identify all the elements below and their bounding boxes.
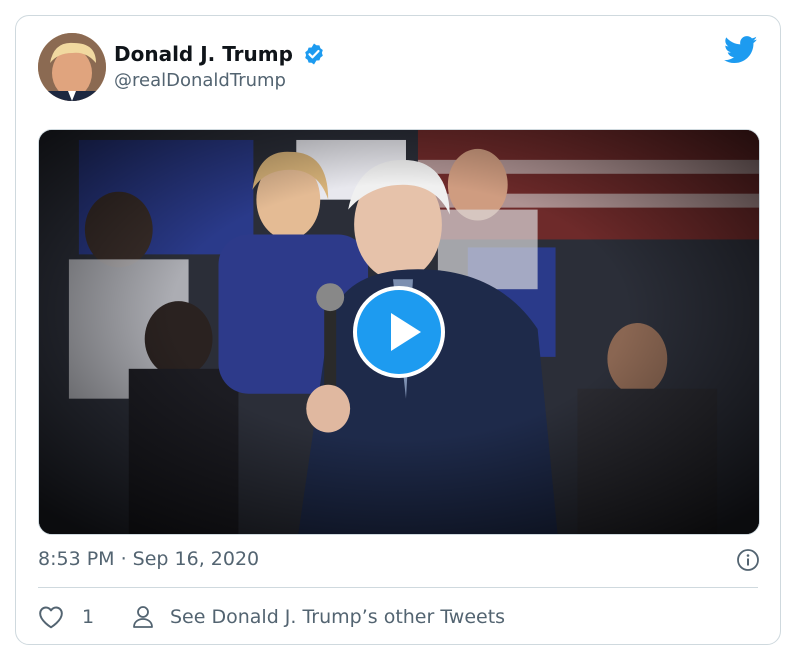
- other-tweets-link[interactable]: See Donald J. Trump’s other Tweets: [132, 604, 505, 630]
- info-icon[interactable]: [736, 548, 760, 572]
- author-name[interactable]: Donald J. Trump: [114, 42, 293, 66]
- tweet-card: Donald J. Trump @realDonaldTrump 8:53 PM…: [15, 15, 781, 645]
- author-handle[interactable]: @realDonaldTrump: [114, 70, 286, 91]
- play-icon[interactable]: [353, 286, 445, 378]
- avatar[interactable]: [38, 33, 106, 101]
- video-player[interactable]: [38, 129, 760, 535]
- verified-badge-icon: [305, 43, 323, 65]
- other-tweets-label: See Donald J. Trump’s other Tweets: [170, 606, 506, 628]
- twitter-bird-icon[interactable]: [724, 36, 758, 64]
- tweet-timestamp[interactable]: 8:53 PM · Sep 16, 2020: [38, 548, 259, 570]
- person-icon: [133, 606, 153, 628]
- heart-icon: [39, 606, 63, 629]
- like-button[interactable]: 1: [38, 604, 94, 630]
- divider: [38, 587, 758, 588]
- like-count: 1: [82, 606, 95, 628]
